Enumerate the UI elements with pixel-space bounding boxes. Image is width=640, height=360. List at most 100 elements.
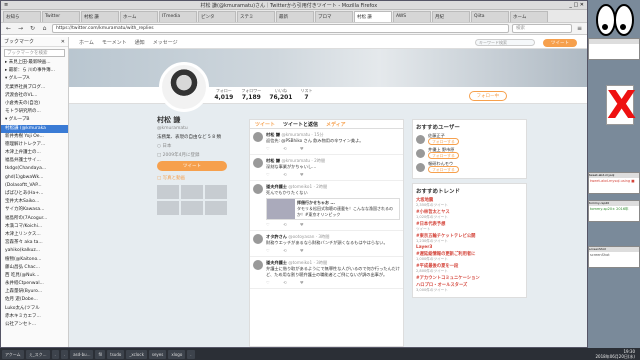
- tweet-item[interactable]: 村松 謙 @kmuramatu · 2時間 深刻な事業がかちゃいし… ♡ ⟲ ♥: [250, 155, 403, 181]
- bookmark-item[interactable]: 小倉秀夫の(自治): [1, 100, 68, 108]
- tab-tweets-replies[interactable]: ツイートと返信: [283, 121, 318, 128]
- bookmark-item[interactable]: Luko太ん(ツフル: [1, 305, 68, 313]
- bookmark-item[interactable]: 木満コマ/Koichi...: [1, 223, 68, 231]
- taskbar-item[interactable]: seyes: [148, 349, 167, 359]
- bookmark-item[interactable]: 沢渡会社のVL...: [1, 92, 68, 100]
- stat-3[interactable]: いいね 76,201: [269, 88, 292, 101]
- bookmark-item[interactable]: ▸ 未見上田-最新映画...: [1, 59, 68, 67]
- tweet-avatar[interactable]: [253, 234, 263, 244]
- follow-button[interactable]: フォローする: [428, 166, 459, 173]
- tweet-actions[interactable]: ♡ ⟲ ♥: [266, 172, 400, 177]
- reload-icon[interactable]: ↻: [28, 24, 37, 33]
- photos-label[interactable]: □ 写真と動画: [157, 175, 227, 181]
- browser-tab[interactable]: Qiita: [471, 11, 509, 22]
- following-button[interactable]: フォロー中: [468, 91, 507, 101]
- bookmark-item[interactable]: 植物(@Kaitono...: [1, 256, 68, 264]
- tweet-actions[interactable]: ♡ ⟲ ♥: [266, 280, 400, 285]
- tweet-avatar[interactable]: [253, 260, 263, 270]
- tab-media[interactable]: メディア: [326, 121, 346, 128]
- note-window[interactable]: tommy-rsp20 tommy-sp20± 2016年: [588, 200, 640, 222]
- search-box[interactable]: 検索: [512, 24, 572, 33]
- bookmark-item[interactable]: 藤山昌弘 Chac...: [1, 264, 68, 272]
- tw-nav-home[interactable]: ホーム: [79, 39, 94, 46]
- tweet-actions[interactable]: ♡ ⟲ ♥: [266, 248, 400, 253]
- taskbar-item[interactable]: tsudo: [107, 349, 125, 359]
- browser-tab[interactable]: ステミ: [237, 11, 275, 22]
- taskbar-item[interactable]: fil: [95, 349, 106, 359]
- browser-tab[interactable]: AWS: [393, 11, 431, 22]
- browser-tab[interactable]: ホーム: [120, 11, 158, 22]
- tweet-actions[interactable]: ♡ ⟲ ♥: [266, 222, 400, 227]
- photo-thumb[interactable]: [205, 185, 227, 199]
- tweet-card[interactable]: 拝借行かせちゃお ... タモリ＆松田式和聴の連載を！こんなな漁国されるのか！#東…: [266, 198, 400, 220]
- desktop-widget[interactable]: [588, 38, 640, 60]
- browser-tab[interactable]: 月紀: [432, 11, 470, 22]
- bookmark-item[interactable]: 公社アンセト...: [1, 321, 68, 329]
- taskbar-item[interactable]: asd-bu...: [70, 349, 94, 359]
- browser-tab[interactable]: ブロマ: [315, 11, 353, 22]
- taskbar-item[interactable]: アクーム: [2, 349, 24, 359]
- tweet-avatar[interactable]: [253, 158, 263, 168]
- bookmark-item[interactable]: 宮森茶々 aka ta...: [1, 239, 68, 247]
- back-icon[interactable]: ←: [4, 24, 13, 33]
- tw-nav-moments[interactable]: モーメント: [102, 39, 127, 46]
- browser-tab[interactable]: ホーム: [510, 11, 548, 22]
- tweet-item[interactable]: 村松 謙 @kmuramatu · 15分 返信先: @PSBhiko さん 飲み…: [250, 129, 403, 155]
- bookmark-item[interactable]: 西 吃見(@Nuk...: [1, 272, 68, 280]
- browser-tab[interactable]: ピンタ: [198, 11, 236, 22]
- forward-icon[interactable]: →: [16, 24, 25, 33]
- bookmark-item[interactable]: 福島弁護士サイ...: [1, 157, 68, 165]
- tweet-avatar[interactable]: [253, 184, 263, 194]
- tab-tweets[interactable]: ツイート: [255, 121, 275, 128]
- bookmark-item[interactable]: yahiko(kalkuz...: [1, 247, 68, 255]
- taskbar-item[interactable]: ぇ_スク...: [25, 349, 50, 359]
- tweet-item[interactable]: 道夫弁護士 @tomeiko1 · 2時間 死んでもかりたくない 拝借行かせちゃお …: [250, 181, 403, 231]
- bookmark-item[interactable]: ぱばひとあ(Ha+...: [1, 190, 68, 198]
- window-controls[interactable]: _ □ ✕: [569, 2, 584, 8]
- window-titlebar[interactable]: ≡ 村松 謙(@kmuramatu)さん｜Twitterから引用付きツイート -…: [1, 1, 587, 10]
- url-bar[interactable]: https://twitter.com/kmuramatu/with_repli…: [52, 24, 509, 33]
- taskbar-item[interactable]: .: [51, 349, 59, 359]
- avatar[interactable]: [416, 148, 425, 158]
- taskbar-item[interactable]: .: [60, 349, 69, 359]
- bookmark-item[interactable]: ghd(1)gbwaWk...: [1, 174, 68, 182]
- bookmark-item[interactable]: 徳理解けトレクア...: [1, 141, 68, 149]
- follow-button[interactable]: フォローする: [428, 152, 459, 159]
- photo-thumb[interactable]: [181, 201, 203, 215]
- bookmark-item[interactable]: 佐月 遊(Dobe...: [1, 296, 68, 304]
- twitter-search-input[interactable]: キーワード検索: [475, 39, 535, 46]
- browser-tab[interactable]: 村松 謙: [81, 11, 119, 22]
- tweet-avatar[interactable]: [253, 132, 263, 142]
- avatar[interactable]: [159, 62, 209, 112]
- tw-nav-notifications[interactable]: 通知: [135, 39, 145, 46]
- bookmark-item[interactable]: 元業界社員ブログ...: [1, 84, 68, 92]
- bookmark-item[interactable]: ▾ グループB: [1, 116, 68, 124]
- photo-thumb[interactable]: [157, 201, 179, 215]
- taskbar-item[interactable]: xlogo: [168, 349, 186, 359]
- trend-link[interactable]: #アカウントコミュニケーション: [416, 275, 523, 281]
- follow-button[interactable]: フォローする: [428, 138, 459, 145]
- bookmark-item[interactable]: 福島所の(7Acogur...: [1, 215, 68, 223]
- bookmark-item[interactable]: 永井経Ctpenwal...: [1, 280, 68, 288]
- bookmark-item[interactable]: (Dolasoftt_VAP...: [1, 182, 68, 190]
- taskbar-item[interactable]: _xclock: [126, 349, 147, 359]
- photo-thumb[interactable]: [181, 185, 203, 199]
- photo-thumb[interactable]: [157, 185, 179, 199]
- note-window[interactable]: tweet-abd-mysql tweet-abd-mysql.using ■: [588, 172, 640, 194]
- note-window[interactable]: screenShot screenShot: [588, 246, 640, 268]
- bookmark-item[interactable]: ▾ グループA: [1, 75, 68, 83]
- bookmark-item[interactable]: 上森量研(Byuro...: [1, 288, 68, 296]
- taskbar-item[interactable]: .: [187, 349, 195, 359]
- bookmark-item[interactable]: tkdgs(Chandaya...: [1, 165, 68, 173]
- tw-nav-messages[interactable]: メッセージ: [153, 39, 178, 46]
- tweet-actions[interactable]: ♡ ⟲ ♥: [266, 146, 400, 151]
- bookmark-search-input[interactable]: ブックマークを検索: [4, 49, 65, 57]
- clock[interactable]: 19:30 2018年06月20日(水): [596, 349, 638, 359]
- home-icon[interactable]: ⌂: [40, 24, 49, 33]
- bookmark-item[interactable]: 宝井大木Saiko...: [1, 198, 68, 206]
- menu-icon[interactable]: ≡: [575, 24, 584, 33]
- browser-tab[interactable]: 最新: [276, 11, 314, 22]
- browser-tab[interactable]: ITmedia: [159, 11, 197, 22]
- bookmark-item[interactable]: ▸ 最新：ら 川の事件簿...: [1, 67, 68, 75]
- trend-link[interactable]: Layer3: [416, 245, 523, 250]
